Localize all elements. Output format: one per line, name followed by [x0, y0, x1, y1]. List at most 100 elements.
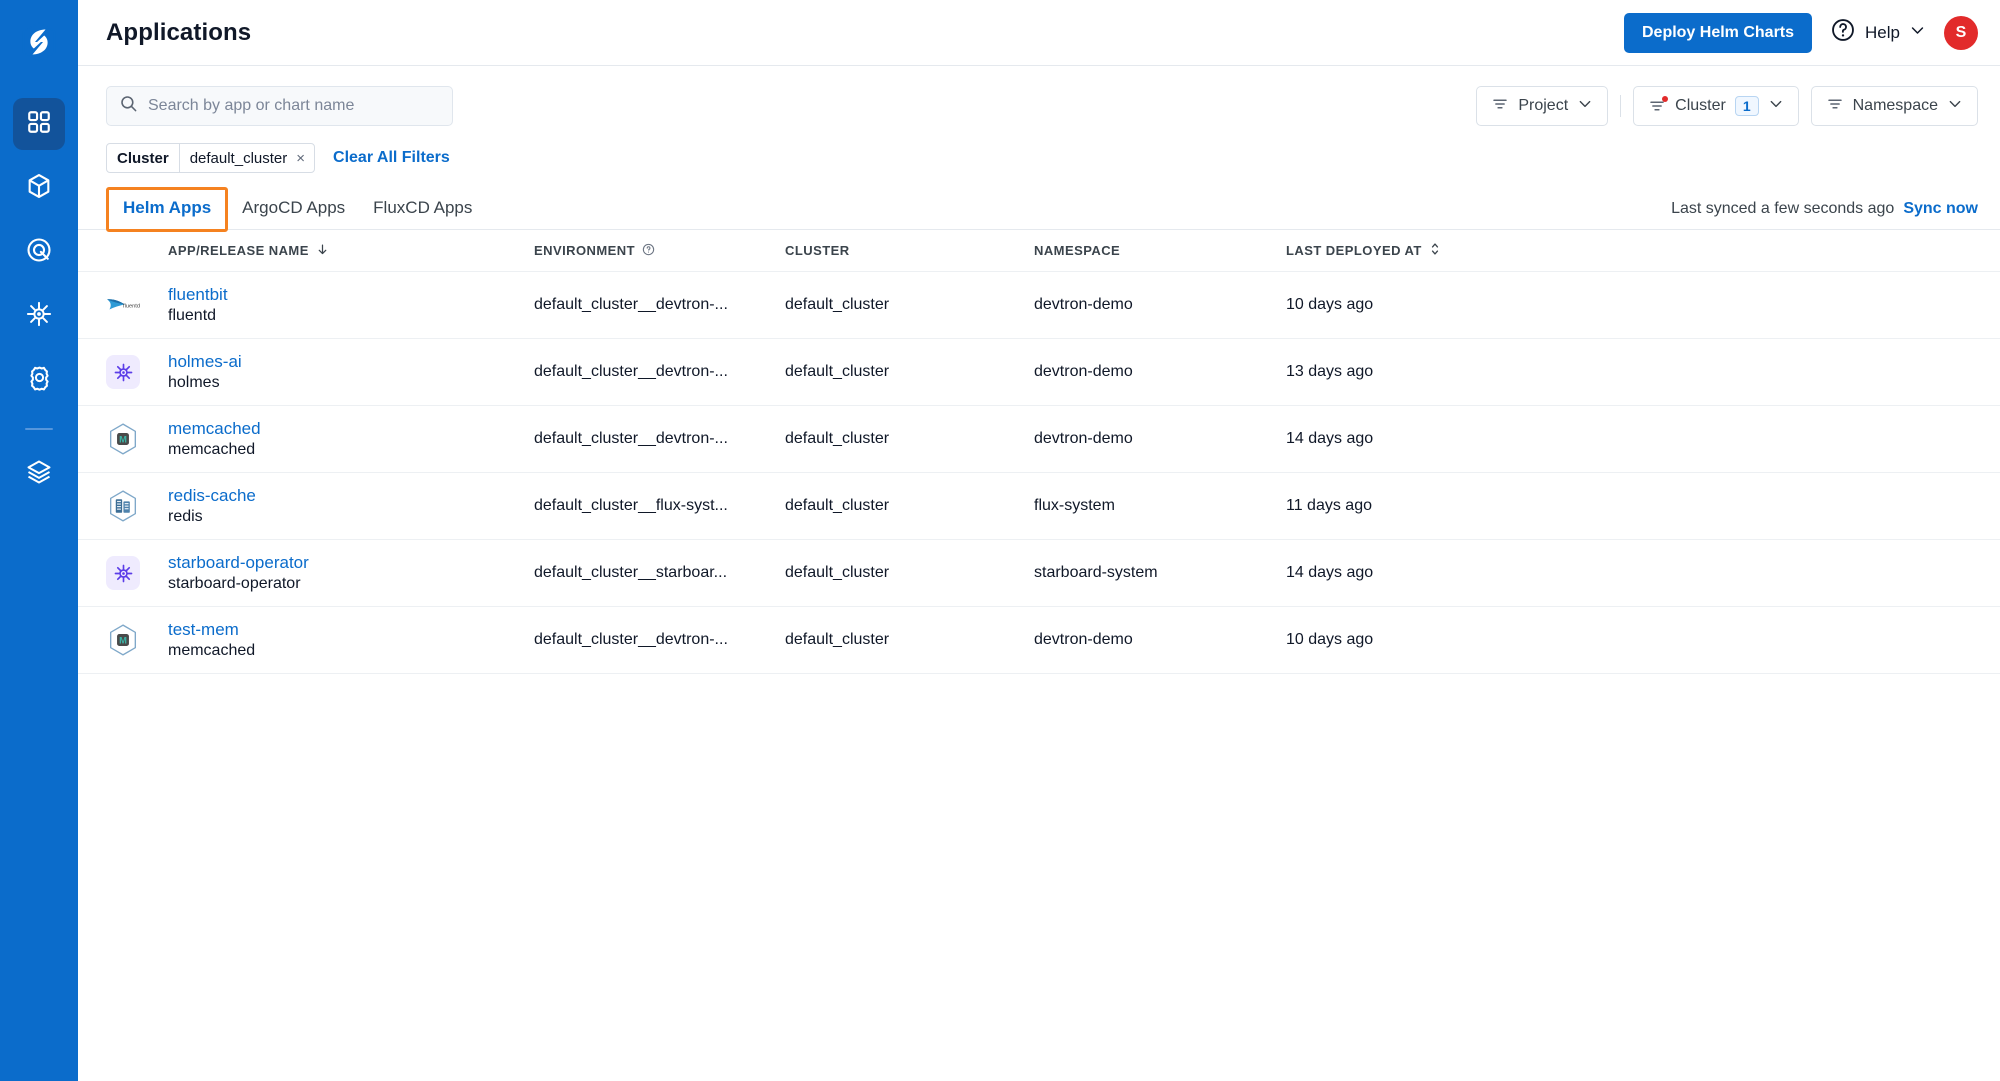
last-deployed-at-cell: 10 days ago [1286, 631, 1374, 648]
devtron-logo-icon[interactable] [11, 14, 67, 70]
chevron-down-icon [1577, 96, 1593, 117]
environment-cell: default_cluster__starboar... [534, 564, 728, 581]
column-header-cluster: CLUSTER [785, 243, 1034, 258]
cluster-filter-label: Cluster [1675, 97, 1726, 114]
app-name-cell: redis-cache redis [168, 485, 534, 528]
chart-name: memcached [168, 440, 256, 458]
applied-filters-row: Cluster default_cluster × Clear All Filt… [78, 126, 2000, 173]
namespace-cell: flux-system [1034, 497, 1115, 514]
grid-icon [26, 109, 52, 140]
table-header-row: APP/RELEASE NAME ENVIRONMENT CLUSTER NAM… [78, 230, 2000, 272]
page-header: Applications Deploy Helm Charts Help S [78, 0, 2000, 66]
namespace-cell: devtron-demo [1034, 363, 1133, 380]
project-filter-label: Project [1518, 97, 1569, 114]
sidebar-item-stack-manager[interactable] [13, 448, 65, 500]
app-name-link[interactable]: starboard-operator [168, 552, 534, 573]
filter-chip-key: Cluster [117, 149, 169, 167]
sync-area: Last synced a few seconds ago Sync now [1671, 200, 1978, 229]
app-name-link[interactable]: test-mem [168, 619, 534, 640]
namespace-cell: starboard-system [1034, 564, 1158, 581]
purple-gear-icon [106, 556, 140, 590]
environment-cell: default_cluster__devtron-... [534, 631, 728, 648]
svg-text:M: M [119, 435, 127, 445]
table-row[interactable]: M test-mem memcached default_cluster__de… [78, 607, 2000, 674]
column-header-namespace: NAMESPACE [1034, 243, 1286, 258]
table-row[interactable]: holmes-ai holmes default_cluster__devtro… [78, 339, 2000, 406]
chart-name: fluentd [168, 306, 217, 324]
cluster-cell: default_cluster [785, 631, 890, 648]
app-icon-cell: fluentd [106, 288, 168, 322]
app-name-cell: holmes-ai holmes [168, 351, 534, 394]
environment-cell: default_cluster__devtron-... [534, 296, 728, 313]
cluster-cell: default_cluster [785, 564, 890, 581]
table-row[interactable]: M memcached memcached default_cluster__d… [78, 406, 2000, 473]
target-icon [25, 236, 53, 269]
filter-chip-value-wrap: default_cluster × [178, 144, 314, 172]
empty-space [78, 674, 2000, 1081]
main-area: Applications Deploy Helm Charts Help S S… [78, 0, 2000, 1081]
cluster-cell: default_cluster [785, 296, 890, 313]
chart-name: memcached [168, 641, 256, 659]
environment-cell: default_cluster__flux-syst... [534, 497, 728, 514]
table-row[interactable]: fluentd fluentbit fluentd default_cluste… [78, 272, 2000, 339]
search-input[interactable] [148, 97, 440, 115]
filter-icon-active [1648, 96, 1669, 115]
table-row[interactable]: redis-cache redis default_cluster__flux-… [78, 473, 2000, 540]
app-name-cell: test-mem memcached [168, 619, 534, 662]
filter-icon [1491, 95, 1509, 118]
sidebar-item-jobs[interactable] [13, 290, 65, 342]
chart-name: redis [168, 507, 203, 525]
filter-bar: Project Cluster 1 [78, 66, 2000, 126]
tab-argocd-apps[interactable]: ArgoCD Apps [228, 192, 359, 229]
avatar[interactable]: S [1944, 15, 1978, 50]
column-label: APP/RELEASE NAME [168, 243, 309, 258]
chevron-down-icon [1768, 96, 1784, 117]
column-label: CLUSTER [785, 243, 850, 258]
deploy-helm-charts-button[interactable]: Deploy Helm Charts [1623, 12, 1813, 53]
app-name-link[interactable]: memcached [168, 418, 534, 439]
app-name-link[interactable]: fluentbit [168, 284, 534, 305]
sync-now-link[interactable]: Sync now [1903, 200, 1978, 218]
app-name-link[interactable]: holmes-ai [168, 351, 534, 372]
column-header-app-release-name[interactable]: APP/RELEASE NAME [168, 243, 534, 259]
filter-chip-cluster: Cluster default_cluster × [106, 143, 316, 173]
app-name-cell: fluentbit fluentd [168, 284, 534, 327]
cluster-filter-button[interactable]: Cluster 1 [1633, 86, 1799, 126]
namespace-cell: devtron-demo [1034, 430, 1133, 447]
last-deployed-at-cell: 14 days ago [1286, 564, 1374, 581]
sidebar-item-applications[interactable] [13, 98, 65, 150]
app-icon-cell: M [106, 623, 168, 657]
sidebar-item-chart-store[interactable] [13, 162, 65, 214]
question-circle-icon [1830, 17, 1856, 48]
column-label: LAST DEPLOYED AT [1286, 243, 1422, 258]
tab-fluxcd-apps[interactable]: FluxCD Apps [359, 192, 486, 229]
column-header-last-deployed-at[interactable]: LAST DEPLOYED AT [1286, 242, 1978, 259]
namespace-cell: devtron-demo [1034, 296, 1133, 313]
chart-name: starboard-operator [168, 574, 301, 592]
table-row[interactable]: starboard-operator starboard-operator de… [78, 540, 2000, 607]
app-icon-cell [106, 556, 168, 590]
question-icon[interactable] [642, 243, 655, 259]
project-filter-button[interactable]: Project [1476, 86, 1609, 126]
environment-cell: default_cluster__devtron-... [534, 363, 728, 380]
last-deployed-at-cell: 14 days ago [1286, 430, 1374, 447]
sidebar-item-global-configurations[interactable] [13, 354, 65, 406]
search-box[interactable] [106, 86, 453, 126]
clear-all-filters-link[interactable]: Clear All Filters [333, 149, 450, 167]
app-icon-cell [106, 489, 168, 523]
tab-helm-apps[interactable]: Helm Apps [109, 192, 225, 229]
column-label: ENVIRONMENT [534, 243, 636, 258]
namespace-filter-button[interactable]: Namespace [1810, 86, 1978, 126]
filter-separator [1620, 95, 1622, 117]
filter-dropdowns: Project Cluster 1 Namespace [1476, 86, 1978, 126]
memcached-hex-icon: M [106, 422, 140, 456]
purple-gear-icon [106, 355, 140, 389]
chevron-down-icon [1909, 22, 1926, 44]
help-menu[interactable]: Help [1830, 17, 1926, 48]
close-icon[interactable]: × [296, 151, 305, 166]
sidebar-item-resource-browser[interactable] [13, 226, 65, 278]
left-sidebar [0, 0, 78, 1081]
filter-chip-value: default_cluster [189, 149, 288, 167]
app-name-link[interactable]: redis-cache [168, 485, 534, 506]
environment-cell: default_cluster__devtron-... [534, 430, 728, 447]
